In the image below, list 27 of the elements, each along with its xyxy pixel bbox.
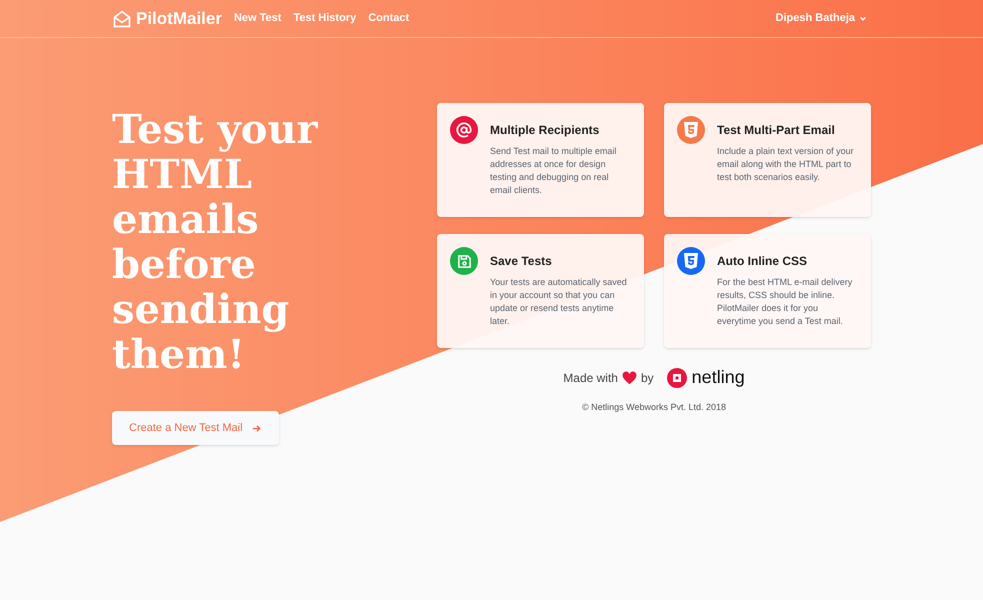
- chevron-down-icon: [859, 14, 867, 22]
- netling-logo-icon: [666, 366, 688, 388]
- by-text: by: [640, 370, 654, 386]
- copyright-text: © Netlings Webworks Pvt. Ltd. 2018: [582, 401, 726, 414]
- feature-description: Include a plain text version of your email along with the HTML part to test both scenarios easily.: [717, 145, 855, 184]
- css3-icon: [684, 253, 698, 269]
- create-test-button[interactable]: Create a New Test Mail: [112, 411, 279, 445]
- heart-icon: [622, 370, 637, 384]
- user-menu[interactable]: Dipesh Batheja: [776, 10, 867, 27]
- hero-heading: Test your HTML emails before sending them!: [112, 107, 319, 377]
- nav-link[interactable]: Contact: [368, 10, 410, 27]
- feature-title: Multiple Recipients: [490, 122, 600, 139]
- made-with-text: Made with: [563, 370, 618, 386]
- nav-link[interactable]: New Test: [234, 10, 282, 27]
- arrow-right-icon: [250, 422, 262, 434]
- feature-title: Test Multi-Part Email: [717, 122, 836, 139]
- feature-description: For the best HTML e-mail delivery results, CSS should be inline. PilotMailer does it for you everytime you send a Test mail.: [717, 276, 854, 328]
- feature-title: Auto Inline CSS: [717, 253, 808, 270]
- feature-title: Save Tests: [490, 253, 553, 270]
- at-sign-icon: [456, 122, 472, 138]
- brand-name[interactable]: PilotMailer: [136, 6, 222, 32]
- feature-description: Send Test mail to multiple email addresses at once for design testing and debugging on real email clients.: [490, 145, 618, 197]
- netling-brand: netling: [692, 366, 745, 389]
- nav-link[interactable]: Test History: [293, 10, 356, 27]
- envelope-logo-icon: [112, 8, 132, 28]
- html5-icon: [684, 122, 698, 138]
- feature-description: Your tests are automatically saved in your account so that you can update or resend tests anytime later.: [490, 276, 628, 328]
